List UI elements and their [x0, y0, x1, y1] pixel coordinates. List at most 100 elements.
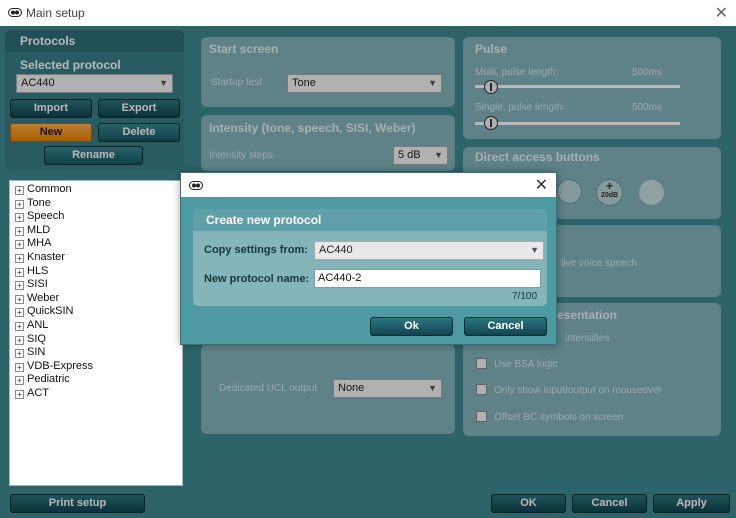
tree-expander-icon[interactable]: +: [15, 240, 24, 250]
single-pulse-slider[interactable]: [475, 122, 680, 125]
app-icon: [8, 8, 22, 17]
offset-bc-checkbox[interactable]: [476, 411, 487, 422]
tree-item[interactable]: + Weber: [15, 292, 59, 305]
tree-expander-icon[interactable]: +: [15, 254, 24, 263]
multi-pulse-slider[interactable]: [475, 85, 680, 88]
intensity-title: Intensity (tone, speech, SISI, Weber): [209, 121, 416, 135]
plus-icon: +: [605, 179, 613, 193]
tree-item-label: Weber: [27, 291, 60, 304]
dialog-close-button[interactable]: ✕: [535, 175, 548, 195]
window-close-button[interactable]: ✕: [715, 3, 728, 23]
tree-expander-icon[interactable]: +: [15, 294, 24, 304]
intensity-steps-combo[interactable]: 5 dB ▼: [393, 146, 448, 165]
tree-item[interactable]: + ACT: [15, 387, 49, 400]
tree-item-label: ANL: [27, 319, 49, 331]
single-pulse-label: Single, pulse length:: [475, 102, 566, 113]
plus-20db-label: 20dB: [600, 192, 619, 199]
direct-access-button-1[interactable]: [557, 179, 582, 204]
mouseover-label: Only show input/output on mouseover: [494, 385, 662, 396]
tree-item-label: Common: [27, 183, 72, 195]
copy-settings-combo[interactable]: AC440 ▼: [314, 241, 544, 260]
apply-button[interactable]: Apply: [653, 494, 730, 513]
tree-expander-icon[interactable]: +: [15, 281, 24, 291]
tree-expander-icon[interactable]: +: [15, 322, 24, 331]
intensities-label: intensities: [565, 333, 610, 344]
tree-item-label: Tone: [27, 196, 51, 209]
tree-item[interactable]: + SIQ: [15, 333, 46, 346]
tree-item[interactable]: + Pediatric: [15, 373, 70, 386]
name-length-counter: 7/100: [512, 291, 538, 302]
tree-item[interactable]: + Tone: [15, 197, 51, 210]
tree-item-label: MHA: [27, 237, 52, 250]
start-screen-title: Start screen: [209, 42, 279, 56]
tree-expander-icon[interactable]: +: [15, 362, 24, 372]
protocols-title: Protocols: [20, 34, 76, 48]
tree-item-label: SIQ: [27, 332, 46, 345]
direct-access-empty-button[interactable]: [638, 179, 665, 206]
ok-button[interactable]: OK: [491, 494, 566, 513]
tree-item-label: Pediatric: [27, 373, 70, 386]
bsa-logic-label: Use BSA logic: [494, 359, 558, 370]
bsa-logic-checkbox[interactable]: [476, 358, 487, 369]
tree-item[interactable]: + SISI: [15, 278, 48, 291]
offset-bc-label: Offset BC symbols on screen: [494, 412, 624, 423]
startup-test-label: Startup test: [211, 77, 263, 88]
tree-expander-icon[interactable]: +: [15, 308, 24, 318]
dialog-heading: Create new protocol: [206, 213, 322, 227]
tree-item[interactable]: + MHA: [15, 237, 51, 250]
tree-item-label: ACT: [27, 387, 49, 399]
chevron-down-icon: ▼: [428, 383, 437, 393]
tree-item[interactable]: + HLS: [15, 265, 48, 278]
intensity-steps-value: 5 dB: [398, 149, 421, 161]
protocol-name-label: New protocol name:: [204, 273, 310, 285]
tree-expander-icon[interactable]: +: [15, 335, 24, 345]
delete-button[interactable]: Delete: [98, 123, 180, 142]
tree-expander-icon[interactable]: +: [15, 213, 24, 223]
rename-button[interactable]: Rename: [44, 146, 143, 165]
dialog-ok-button[interactable]: Ok: [370, 317, 453, 336]
tree-expander-icon[interactable]: +: [15, 390, 24, 399]
tree-item[interactable]: + Speech: [15, 210, 64, 223]
import-button[interactable]: Import: [10, 99, 92, 118]
tree-item[interactable]: + Common: [15, 183, 72, 196]
mouseover-checkbox[interactable]: [476, 384, 487, 395]
tree-item[interactable]: + ANL: [15, 319, 48, 332]
tree-expander-icon[interactable]: +: [15, 267, 24, 277]
protocol-tree[interactable]: + Common + Tone + Speech + MLD + MHA + Knaster + HLS +…: [9, 180, 183, 486]
tree-item[interactable]: + SIN: [15, 346, 45, 359]
chevron-down-icon: ▼: [428, 78, 437, 88]
tree-item[interactable]: + VDB-Express: [15, 360, 93, 373]
tree-item[interactable]: + Knaster: [15, 251, 65, 264]
direct-access-title: Direct access buttons: [475, 150, 600, 164]
tree-expander-icon[interactable]: +: [15, 226, 24, 236]
live-voice-label: live voice speech: [561, 258, 638, 269]
tree-expander-icon[interactable]: +: [15, 376, 24, 386]
startup-test-combo[interactable]: Tone ▼: [287, 74, 442, 93]
new-button[interactable]: New: [10, 123, 92, 142]
startup-test-value: Tone: [292, 77, 316, 89]
tree-item-label: MLD: [27, 223, 51, 236]
tree-item-label: SISI: [27, 278, 48, 291]
tree-expander-icon[interactable]: +: [15, 199, 24, 209]
ucl-output-value: None: [338, 382, 365, 394]
tree-expander-icon[interactable]: +: [15, 349, 24, 359]
chevron-down-icon: ▼: [159, 78, 168, 88]
chevron-down-icon: ▼: [434, 150, 443, 160]
print-setup-button[interactable]: Print setup: [10, 494, 145, 513]
selected-protocol-combo[interactable]: AC440 ▼: [16, 74, 173, 93]
intensity-steps-label: Intensity steps: [209, 150, 273, 161]
dialog-titlebar: ✕: [181, 173, 556, 197]
tree-item[interactable]: + MLD: [15, 224, 50, 237]
tree-item-label: Speech: [27, 210, 65, 223]
tree-item[interactable]: + QuickSIN: [15, 305, 73, 318]
dialog-cancel-button[interactable]: Cancel: [464, 317, 547, 336]
protocol-name-input[interactable]: AC440-2: [314, 269, 541, 288]
presentation-title: esentation: [557, 308, 618, 322]
export-button[interactable]: Export: [98, 99, 180, 118]
tree-expander-icon[interactable]: +: [15, 186, 24, 195]
ucl-output-combo[interactable]: None ▼: [333, 379, 442, 398]
cancel-button[interactable]: Cancel: [572, 494, 647, 513]
tree-item-label: VDB-Express: [27, 359, 94, 372]
pulse-title: Pulse: [475, 42, 508, 56]
plus-20db-button[interactable]: + 20dB: [596, 179, 623, 206]
